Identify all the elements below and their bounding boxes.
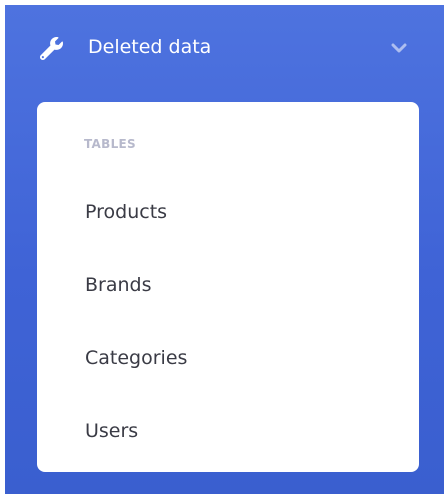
submenu-item-products[interactable]: Products — [85, 199, 167, 225]
submenu-item-users[interactable]: Users — [85, 418, 138, 444]
sidebar-panel: Deleted data TABLES Products Brands Cate… — [5, 5, 444, 494]
deleted-data-nav-toggle[interactable]: Deleted data — [5, 5, 444, 93]
submenu-item-brands[interactable]: Brands — [85, 272, 152, 298]
chevron-down-icon[interactable] — [391, 42, 407, 54]
wrench-icon — [40, 37, 63, 60]
tables-section-header: TABLES — [84, 137, 136, 151]
submenu-item-categories[interactable]: Categories — [85, 345, 187, 371]
deleted-data-submenu: TABLES Products Brands Categories Users — [37, 102, 419, 472]
deleted-data-label: Deleted data — [88, 36, 212, 58]
